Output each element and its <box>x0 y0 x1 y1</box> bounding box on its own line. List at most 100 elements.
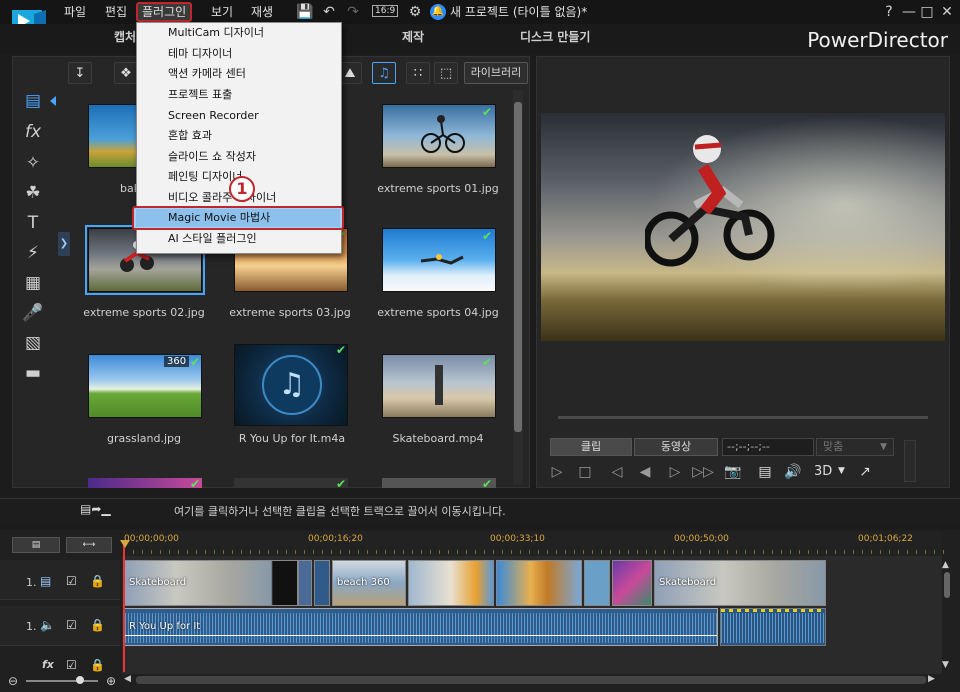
volume-icon[interactable]: 🔊 <box>782 462 804 482</box>
next-frame-icon[interactable]: ▷ <box>664 462 686 482</box>
chapter-icon[interactable]: ▧ <box>20 332 46 354</box>
snapshot-camera-icon[interactable]: 📷 <box>722 462 744 482</box>
save-icon[interactable]: 💾 <box>296 3 314 21</box>
track-manager-icon[interactable]: ▤ <box>12 537 60 553</box>
menu-edit[interactable]: 편집 <box>101 2 131 22</box>
tab-capture[interactable]: 캡처 <box>114 28 136 45</box>
menu-playback[interactable]: 재생 <box>247 2 277 22</box>
menu-item-slideshow-creator[interactable]: 슬라이드 쇼 작성자 <box>168 147 256 167</box>
menu-item-screen-recorder[interactable]: Screen Recorder <box>168 106 259 126</box>
menu-file[interactable]: 파일 <box>60 2 90 22</box>
subtitle-icon[interactable]: ▬ <box>20 362 46 384</box>
video-clip-beach[interactable]: beach 360 <box>332 560 406 606</box>
timeline-horizontal-scrollbar[interactable] <box>136 676 926 684</box>
menu-item-video-collage-designer[interactable]: 비디오 콜라주 디자이너 <box>168 188 276 208</box>
zoom-slider[interactable] <box>26 680 98 682</box>
grid-view-icon[interactable]: ∷ <box>406 62 430 84</box>
menu-item-action-camera-center[interactable]: 액션 카메라 센터 <box>168 64 246 84</box>
library-scrollbar-thumb[interactable] <box>514 102 522 432</box>
maximize-icon[interactable]: □ <box>918 3 936 21</box>
track-lock-icon[interactable]: 🔒 <box>90 574 105 588</box>
tab-disc[interactable]: 디스크 만들기 <box>520 28 590 45</box>
title-room-icon[interactable]: T <box>20 212 46 234</box>
media-thumb-partial[interactable] <box>88 478 202 488</box>
zoom-in-icon[interactable]: ⊕ <box>106 674 116 688</box>
video-clip-skateboard[interactable]: Skateboard <box>124 560 298 606</box>
scroll-left-icon[interactable]: ◀ <box>124 674 131 684</box>
play-icon[interactable]: ▷ <box>546 462 568 482</box>
redo-icon[interactable]: ↷ <box>344 3 362 21</box>
media-room-icon[interactable]: ▤ <box>20 90 46 112</box>
particle-icon[interactable]: ☘ <box>20 182 46 204</box>
timeline-vertical-scrollbar[interactable] <box>944 572 950 598</box>
scroll-right-icon[interactable]: ▶ <box>928 674 935 684</box>
video-clip[interactable] <box>314 560 330 606</box>
menu-item-magic-movie-wizard[interactable]: Magic Movie 마법사 <box>168 208 270 228</box>
zoom-out-icon[interactable]: ⊖ <box>8 674 18 688</box>
undo-icon[interactable]: ↶ <box>320 3 338 21</box>
menu-plugins[interactable]: 플러그인 <box>136 2 193 22</box>
video-clip-skateboard[interactable]: Skateboard <box>654 560 826 606</box>
media-thumb-extreme-04[interactable] <box>382 228 496 292</box>
video-clip[interactable] <box>408 560 494 606</box>
media-thumb-partial[interactable] <box>382 478 496 488</box>
transition-icon[interactable]: ⚡ <box>20 242 46 264</box>
voice-over-icon[interactable]: 🎤 <box>20 302 46 324</box>
video-clip[interactable] <box>612 560 652 606</box>
menu-item-ai-style-plugin[interactable]: AI 스타일 플러그인 <box>168 229 257 249</box>
minimize-icon[interactable]: — <box>900 3 918 21</box>
close-icon[interactable]: ✕ <box>938 3 956 21</box>
library-dropdown[interactable]: 라이브러리 <box>464 62 528 84</box>
track-lock-icon[interactable]: 🔒 <box>90 658 105 672</box>
audio-clip[interactable]: R You Up for It <box>124 608 718 646</box>
timeline-playhead[interactable] <box>123 540 125 672</box>
preview-scrub-bar[interactable] <box>558 416 928 419</box>
track-enable-checkbox[interactable]: ☑ <box>66 658 77 672</box>
menu-item-multicam-designer[interactable]: MultiCam 디자이너 <box>168 23 264 43</box>
media-thumb-music[interactable]: ♫ <box>234 344 348 426</box>
track-enable-checkbox[interactable]: ☑ <box>66 574 77 588</box>
preview-clip-tab[interactable]: 클립 <box>550 438 632 456</box>
audio-clip[interactable] <box>720 608 826 646</box>
zoom-slider-thumb[interactable] <box>76 676 84 684</box>
previous-frame-icon[interactable]: ◁ <box>606 462 628 482</box>
media-thumb-partial[interactable] <box>234 478 348 488</box>
filter-music-icon[interactable]: ♫ <box>372 62 396 84</box>
thumbnail-size-icon[interactable]: ⬚ <box>434 62 458 84</box>
playhead-marker-icon[interactable] <box>120 540 130 548</box>
audio-mixing-icon[interactable]: ▦ <box>20 272 46 294</box>
video-clip[interactable] <box>496 560 582 606</box>
zoom-fit-select[interactable]: 맞춤 ▼ <box>816 438 894 456</box>
chevron-down-icon[interactable]: ▼ <box>838 466 845 476</box>
fx-room-icon[interactable]: fx <box>20 121 46 143</box>
subtitle-toggle-icon[interactable]: ▤ <box>754 462 776 482</box>
timecode-field[interactable]: --;--;--;-- <box>722 438 814 456</box>
notification-bell-icon[interactable]: 🔔 <box>430 4 446 20</box>
expand-panel-chevron-icon[interactable]: ❯ <box>58 232 70 256</box>
scroll-up-icon[interactable]: ▲ <box>942 560 949 570</box>
3d-mode-button[interactable]: 3D <box>814 464 832 479</box>
scroll-down-icon[interactable]: ▼ <box>942 660 949 670</box>
track-enable-checkbox[interactable]: ☑ <box>66 618 77 632</box>
help-icon[interactable]: ? <box>880 3 898 21</box>
track-lock-icon[interactable]: 🔒 <box>90 618 105 632</box>
menu-item-project-export[interactable]: 프로젝트 표출 <box>168 85 232 105</box>
settings-gear-icon[interactable]: ⚙ <box>406 3 424 21</box>
plugin-puzzle-icon[interactable]: ❖ <box>114 62 138 84</box>
stop-icon[interactable]: □ <box>574 462 596 482</box>
menu-view[interactable]: 보기 <box>207 2 237 22</box>
video-clip[interactable] <box>298 560 312 606</box>
preview-movie-tab[interactable]: 동영상 <box>634 438 718 456</box>
drag-to-track-icon[interactable]: ▤➦▁ <box>80 502 111 516</box>
import-media-icon[interactable]: ↧ <box>68 62 92 84</box>
undock-preview-icon[interactable]: ↗ <box>854 462 876 482</box>
fit-timeline-icon[interactable]: ⟷ <box>66 537 112 553</box>
volume-line[interactable] <box>125 635 717 636</box>
pip-objects-icon[interactable]: ✧ <box>20 152 46 174</box>
tab-produce[interactable]: 제작 <box>402 28 424 45</box>
frame-back-icon[interactable]: ◀ <box>634 462 656 482</box>
fast-forward-icon[interactable]: ▷▷ <box>692 462 714 482</box>
media-thumb-skateboard[interactable] <box>382 354 496 418</box>
menu-item-theme-designer[interactable]: 테마 디자이너 <box>168 44 232 64</box>
aspect-ratio-button[interactable]: 16:9 <box>372 5 399 17</box>
